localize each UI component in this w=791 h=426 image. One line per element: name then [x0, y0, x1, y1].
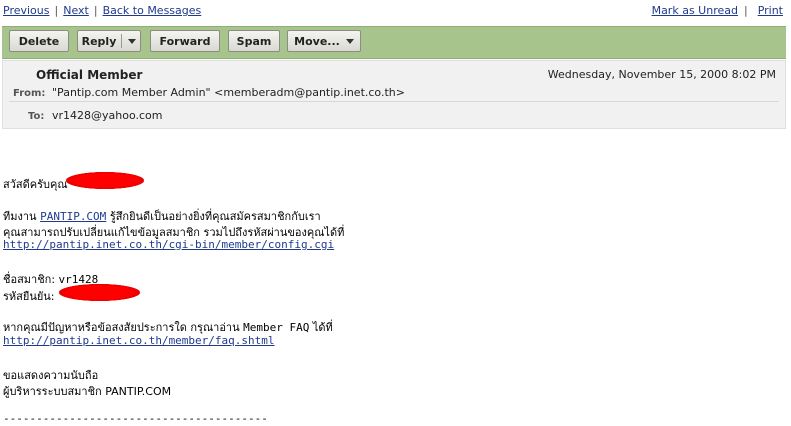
- welcome-suffix: รู้สึกยินดีเป็นอย่างยิ่งที่คุณสมัครสมาชิ…: [109, 210, 321, 223]
- back-to-messages-link[interactable]: Back to Messages: [103, 4, 202, 17]
- faq-url-link[interactable]: http://pantip.inet.co.th/member/faq.shtm…: [3, 334, 275, 347]
- welcome-prefix: ทีมงาน: [3, 210, 37, 223]
- chevron-down-icon: [345, 38, 354, 44]
- message-subject: Official Member: [36, 68, 143, 82]
- nav-separator: |: [743, 4, 748, 17]
- greeting-text: สวัสดีครับคุณ: [3, 178, 68, 191]
- reply-button-label: Reply: [81, 34, 117, 48]
- message-header: Official Member Wednesday, November 15, …: [2, 60, 786, 129]
- redaction-scribble: [66, 172, 144, 189]
- from-value: "Pantip.com Member Admin" <memberadm@pan…: [52, 86, 405, 99]
- previous-link[interactable]: Previous: [3, 4, 50, 17]
- forward-button-label: Forward: [159, 34, 211, 48]
- print-link[interactable]: Print: [758, 4, 783, 17]
- next-link[interactable]: Next: [63, 4, 89, 17]
- username-label: ชื่อสมาชิก:: [3, 273, 56, 286]
- delete-button-label: Delete: [18, 34, 60, 48]
- faq-url-line: http://pantip.inet.co.th/member/faq.shtm…: [3, 334, 275, 347]
- forward-button[interactable]: Forward: [150, 30, 220, 52]
- signature-line: ผู้บริหารระบบสมาชิก PANTIP.COM: [3, 385, 172, 398]
- faq-suffix: ได้ที่: [312, 321, 333, 334]
- config-url-link[interactable]: http://pantip.inet.co.th/cgi-bin/member/…: [3, 238, 334, 251]
- mark-as-unread-link[interactable]: Mark as Unread: [652, 4, 738, 17]
- faq-mono-text: Member FAQ: [243, 321, 310, 334]
- message-toolbar: Delete Reply Forward Spam Move...: [2, 26, 786, 59]
- to-value: vr1428@yahoo.com: [52, 109, 163, 122]
- message-date: Wednesday, November 15, 2000 8:02 PM: [547, 68, 776, 81]
- nav-left: Previous | Next | Back to Messages: [3, 4, 201, 17]
- pantip-link[interactable]: PANTIP.COM: [40, 210, 106, 223]
- to-label: To:: [28, 111, 45, 122]
- faq-prefix: หากคุณมีปัญหาหรือข้อสงสัยประการใด กรุณาอ…: [3, 321, 240, 334]
- confirm-code-line: รหัสยืนยัน:: [3, 287, 55, 305]
- nav-separator: |: [54, 4, 59, 17]
- nav-separator: |: [93, 4, 98, 17]
- top-navigation: Previous | Next | Back to Messages Mark as U…: [3, 4, 783, 18]
- nav-right: Mark as Unread | Print: [652, 4, 783, 17]
- button-divider: [121, 34, 123, 48]
- spam-button-label: Spam: [236, 34, 272, 48]
- move-button-label: Move...: [294, 34, 340, 48]
- config-url-line: http://pantip.inet.co.th/cgi-bin/member/…: [3, 238, 334, 251]
- separator-rule: ----------------------------------------: [3, 412, 268, 425]
- reply-button[interactable]: Reply: [77, 30, 141, 52]
- delete-button[interactable]: Delete: [9, 30, 69, 52]
- spam-button[interactable]: Spam: [228, 30, 280, 52]
- from-label: From:: [13, 88, 46, 99]
- header-divider: [9, 101, 779, 102]
- chevron-down-icon: [128, 38, 137, 44]
- confirm-code-label: รหัสยืนยัน:: [3, 290, 55, 303]
- move-button[interactable]: Move...: [287, 30, 361, 52]
- greeting-line: สวัสดีครับคุณ: [3, 175, 68, 193]
- redaction-scribble: [59, 284, 140, 301]
